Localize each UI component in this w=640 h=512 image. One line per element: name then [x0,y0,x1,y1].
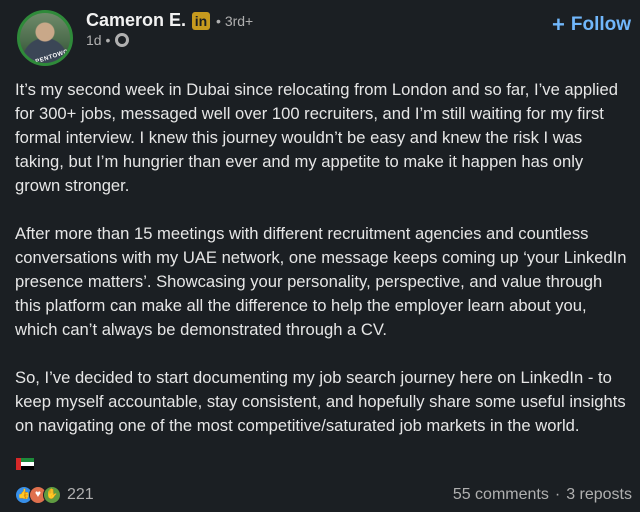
stats-separator: · [554,486,561,503]
globe-icon [115,33,130,47]
post-footer: 👍 ♥ ✋ 221 55 comments · 3 reposts [0,484,640,508]
follow-button[interactable]: + Follow [552,14,631,36]
uae-flag-icon [16,458,34,470]
post-stats: 55 comments · 3 reposts [453,486,632,504]
author-name[interactable]: Cameron E. [86,10,186,31]
reaction-count: 221 [67,486,94,503]
linkedin-premium-icon: in [192,11,211,30]
connection-degree: • 3rd+ [216,12,254,29]
post-paragraph-1: It’s my second week in Dubai since reloc… [15,80,618,195]
post-timestamp: 1d • [86,32,111,48]
support-icon: ✋ [43,486,61,504]
reposts-count-link[interactable]: 3 reposts [566,486,632,504]
post-meta: 1d • [86,32,130,48]
open-to-work-ring-text: #OPENTOWORK [26,45,73,66]
post-paragraph-2: After more than 15 meetings with differe… [15,224,627,339]
comments-count-link[interactable]: 55 comments [453,486,549,504]
author-name-row: Cameron E. in • 3rd+ [86,10,253,31]
post-header: #OPENTOWORK Cameron E. in • 3rd+ 1d • + … [0,0,640,66]
post-paragraph-3: So, I’ve decided to start documenting my… [15,368,626,435]
follow-label: Follow [570,14,632,35]
plus-icon: + [552,12,565,37]
post-text: It’s my second week in Dubai since reloc… [15,78,627,462]
author-avatar[interactable]: #OPENTOWORK [17,10,73,66]
reactions-summary[interactable]: 👍 ♥ ✋ 221 [15,486,94,504]
